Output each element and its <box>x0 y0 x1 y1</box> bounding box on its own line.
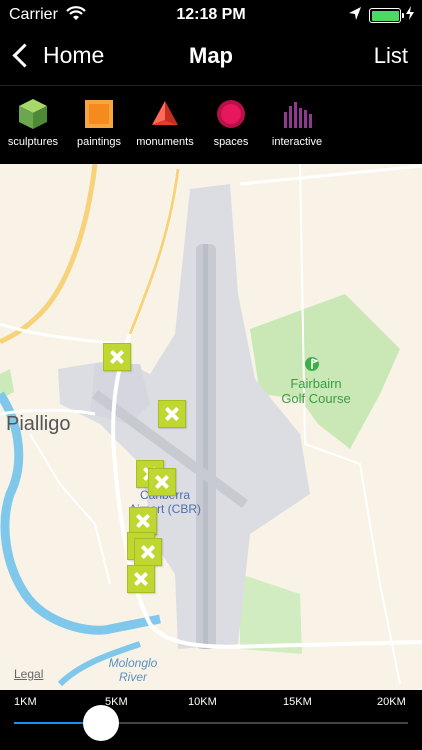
category-interactive[interactable]: interactive <box>262 98 332 148</box>
category-label: spaces <box>213 136 249 148</box>
category-label: monuments <box>136 136 194 148</box>
cube-icon <box>17 98 49 130</box>
artwork-marker[interactable] <box>103 343 131 371</box>
map-label-golf: Fairbairn Golf Course <box>281 376 351 406</box>
square-icon <box>83 98 115 130</box>
artwork-marker[interactable] <box>148 468 176 496</box>
circle-icon <box>215 98 247 130</box>
list-button[interactable]: List <box>374 43 408 69</box>
highway <box>128 168 180 335</box>
artwork-marker[interactable] <box>134 538 162 566</box>
category-label: sculptures <box>7 136 59 148</box>
tick-label: 15KM <box>283 696 312 708</box>
category-filter-bar: sculptures paintings monuments spaces in… <box>0 86 422 164</box>
equalizer-icon <box>281 98 313 130</box>
tick-label: 1KM <box>14 696 37 708</box>
road <box>239 164 422 186</box>
navigation-bar: Home Map List <box>0 30 422 85</box>
charging-bolt-icon <box>405 5 415 26</box>
page-title: Map <box>189 43 233 68</box>
artwork-marker[interactable] <box>127 565 155 593</box>
category-sculptures[interactable]: sculptures <box>0 98 68 148</box>
location-arrow-icon <box>348 6 362 27</box>
slider-track[interactable] <box>14 722 408 724</box>
artwork-marker[interactable] <box>158 400 186 428</box>
slider-thumb[interactable] <box>82 705 119 741</box>
road <box>29 433 111 585</box>
tick-label: 10KM <box>188 696 217 708</box>
artwork-marker[interactable] <box>129 507 157 535</box>
battery-icon <box>369 8 404 23</box>
map-label-suburb: Pialligo <box>6 413 71 435</box>
legal-link[interactable]: Legal <box>14 667 43 681</box>
category-monuments[interactable]: monuments <box>130 98 200 148</box>
tick-label: 20KM <box>377 696 406 708</box>
category-label: paintings <box>76 136 122 148</box>
category-label: interactive <box>271 136 323 148</box>
map-view[interactable]: Pialligo Fairbairn Golf Course Canberra … <box>0 164 422 690</box>
status-bar: Carrier 12:18 PM <box>0 0 422 30</box>
map-label-river: Molonglo River <box>108 656 158 684</box>
pyramid-icon <box>149 98 181 130</box>
category-spaces[interactable]: spaces <box>196 98 266 148</box>
category-paintings[interactable]: paintings <box>64 98 134 148</box>
distance-slider: 1KM 5KM 10KM 15KM 20KM <box>0 690 422 750</box>
green-area <box>240 574 302 654</box>
highway <box>0 164 98 345</box>
runway-centerline <box>203 244 208 649</box>
